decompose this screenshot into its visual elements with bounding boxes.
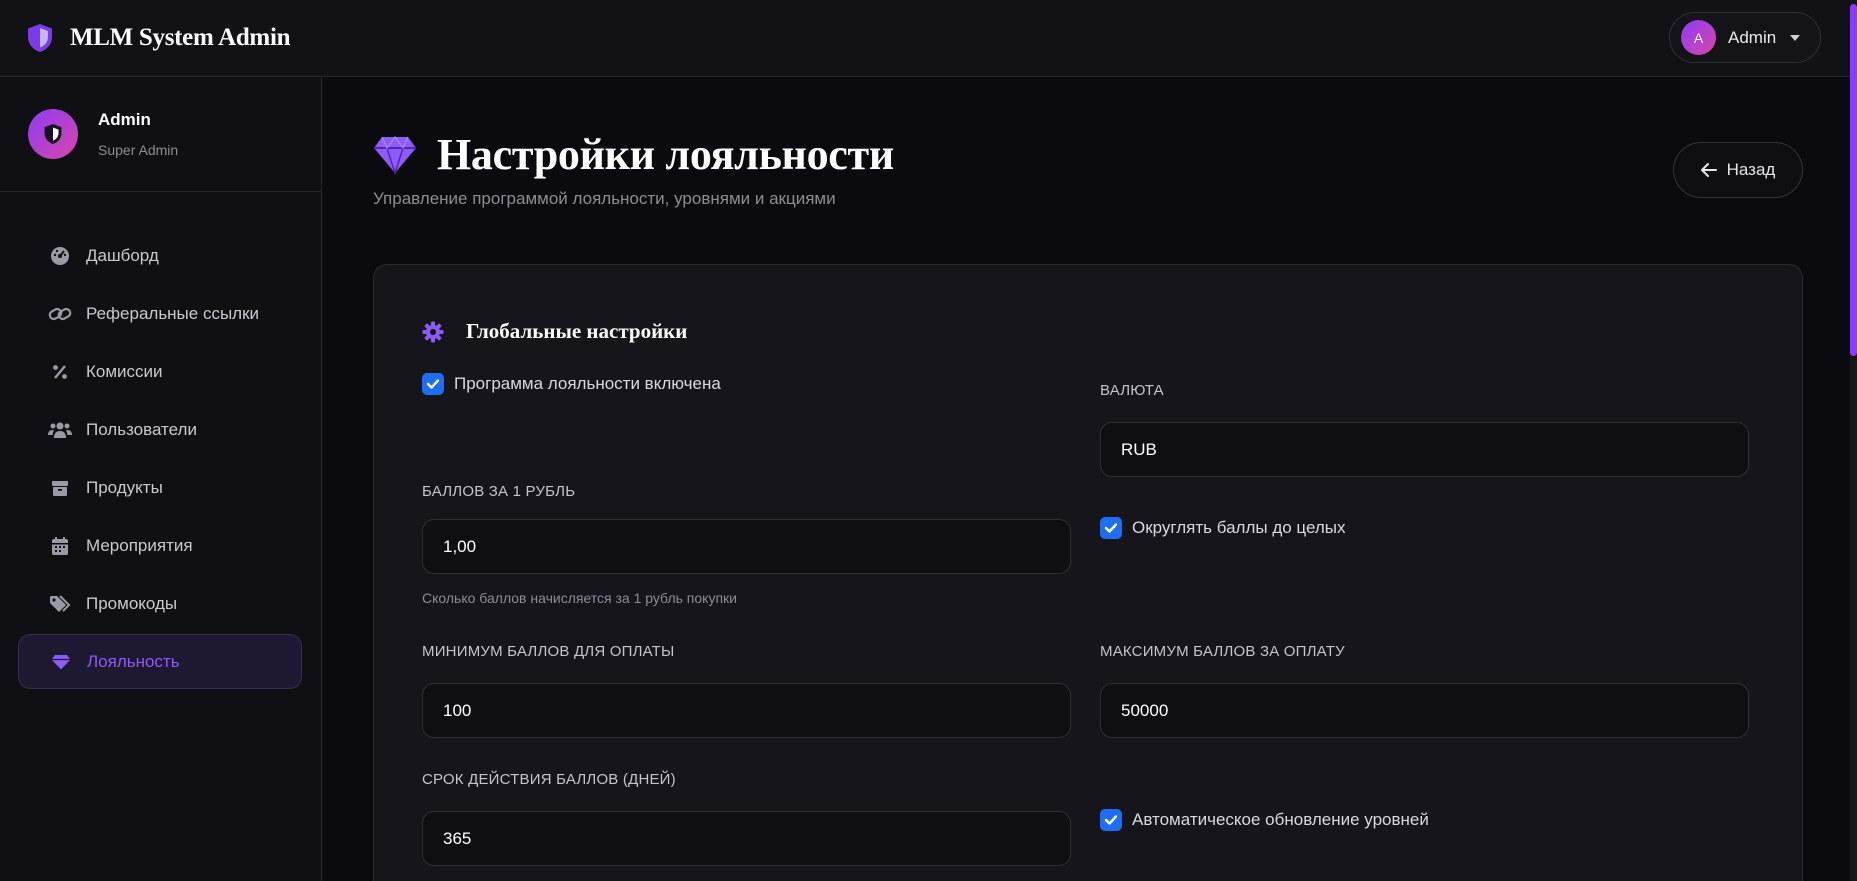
points-per-ruble-input[interactable]: 1,00 xyxy=(422,519,1071,574)
gem-icon xyxy=(49,650,73,674)
min-points-label: МИНИМУМ БАЛЛОВ ДЛЯ ОПЛАТЫ xyxy=(422,643,675,660)
auto-levels-label: Автоматическое обновление уровней xyxy=(1132,810,1429,829)
avatar: A xyxy=(1681,20,1716,55)
sidebar-nav: Дашборд Реферальные ссылки Комиссии Поль… xyxy=(0,192,321,689)
sidebar-item-dashboard[interactable]: Дашборд xyxy=(18,228,302,283)
currency-label: ВАЛЮТА xyxy=(1100,382,1164,399)
sidebar-item-promocodes[interactable]: Промокоды xyxy=(18,576,302,631)
sidebar-item-label: Промокоды xyxy=(86,593,178,613)
loyalty-enabled-row: Программа лояльности включена xyxy=(422,373,721,395)
sidebar-item-label: Лояльность xyxy=(87,651,180,671)
tags-icon xyxy=(48,592,72,616)
profile-name: Admin xyxy=(98,110,151,129)
dashboard-icon xyxy=(48,244,72,268)
caret-down-icon xyxy=(1790,34,1801,41)
shield-logo-icon xyxy=(26,23,54,53)
sidebar-item-referral-links[interactable]: Реферальные ссылки xyxy=(18,286,302,341)
sidebar: Admin Super Admin Дашборд Реферальные сс… xyxy=(0,77,322,881)
loyalty-enabled-checkbox[interactable] xyxy=(422,373,444,395)
auto-levels-row: Автоматическое обновление уровней xyxy=(1100,809,1429,831)
back-button-label: Назад xyxy=(1726,160,1776,179)
round-points-row: Округлять баллы до целых xyxy=(1100,517,1346,539)
max-points-input[interactable]: 50000 xyxy=(1100,683,1749,738)
arrow-left-icon xyxy=(1700,163,1717,177)
percent-icon xyxy=(48,360,72,384)
link-icon xyxy=(48,302,72,326)
sidebar-item-label: Пользователи xyxy=(86,419,197,439)
expiry-days-input[interactable]: 365 xyxy=(422,811,1071,866)
sidebar-item-events[interactable]: Мероприятия xyxy=(18,518,302,573)
sidebar-item-label: Дашборд xyxy=(86,245,159,265)
round-points-checkbox[interactable] xyxy=(1100,517,1122,539)
global-settings-card: Глобальные настройки Программа лояльност… xyxy=(373,264,1803,881)
max-points-label: МАКСИМУМ БАЛЛОВ ЗА ОПЛАТУ xyxy=(1100,643,1345,660)
box-icon xyxy=(48,476,72,500)
sidebar-item-products[interactable]: Продукты xyxy=(18,460,302,515)
min-points-input[interactable]: 100 xyxy=(422,683,1071,738)
profile-role: Super Admin xyxy=(98,142,179,158)
page-header: Настройки лояльности xyxy=(373,129,894,180)
sidebar-profile: Admin Super Admin xyxy=(0,77,321,192)
back-button[interactable]: Назад xyxy=(1673,142,1803,198)
expiry-days-label: СРОК ДЕЙСТВИЯ БАЛЛОВ (ДНЕЙ) xyxy=(422,771,676,788)
users-icon xyxy=(48,418,72,442)
page-title: Настройки лояльности xyxy=(437,130,894,179)
points-per-ruble-label: БАЛЛОВ ЗА 1 РУБЛЬ xyxy=(422,483,576,500)
section-title-text: Глобальные настройки xyxy=(466,319,688,343)
points-per-ruble-hint: Сколько баллов начисляется за 1 рубль по… xyxy=(422,590,737,606)
section-title: Глобальные настройки xyxy=(422,319,687,344)
scrollbar[interactable] xyxy=(1850,0,1857,881)
currency-input[interactable]: RUB xyxy=(1100,422,1749,477)
loyalty-enabled-label: Программа лояльности включена xyxy=(454,374,721,393)
page-subtitle: Управление программой лояльности, уровня… xyxy=(373,189,836,208)
profile-avatar xyxy=(28,109,78,159)
top-bar: MLM System Admin A Admin xyxy=(0,0,1857,77)
scrollbar-thumb[interactable] xyxy=(1850,4,1857,356)
main-content: Настройки лояльности Управление программ… xyxy=(323,77,1850,881)
sidebar-item-loyalty[interactable]: Лояльность xyxy=(18,634,302,689)
round-points-label: Округлять баллы до целых xyxy=(1132,518,1346,537)
app-title: MLM System Admin xyxy=(70,24,291,51)
sidebar-item-label: Мероприятия xyxy=(86,535,193,555)
user-name: Admin xyxy=(1728,27,1777,47)
sidebar-item-label: Реферальные ссылки xyxy=(86,303,260,323)
gear-icon xyxy=(422,321,444,343)
user-menu-button[interactable]: A Admin xyxy=(1669,12,1821,63)
sidebar-item-label: Продукты xyxy=(86,477,163,497)
gem-icon xyxy=(373,135,417,175)
auto-levels-checkbox[interactable] xyxy=(1100,809,1122,831)
calendar-icon xyxy=(48,534,72,558)
sidebar-item-label: Комиссии xyxy=(86,361,163,381)
shield-icon xyxy=(44,124,62,144)
sidebar-item-commissions[interactable]: Комиссии xyxy=(18,344,302,399)
sidebar-item-users[interactable]: Пользователи xyxy=(18,402,302,457)
